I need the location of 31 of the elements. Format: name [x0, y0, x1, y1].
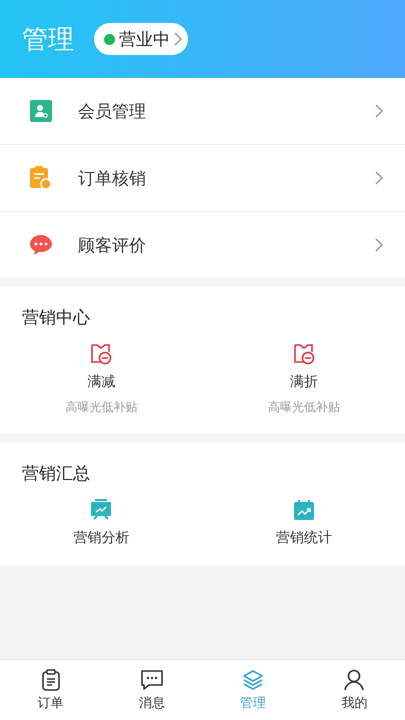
chat-icon [140, 668, 164, 690]
nav-tab[interactable]: 消息 [101, 660, 202, 720]
receipt-icon [30, 166, 52, 190]
coupon-icon [292, 343, 315, 365]
menu-item[interactable]: 顾客评价 [0, 212, 405, 278]
feature-label[interactable]: 满减 [87, 373, 116, 391]
feature-label[interactable]: 满折 [290, 373, 318, 391]
chevron-icon [375, 171, 383, 185]
chevron-icon [375, 104, 383, 118]
section-title: 营销中心 [21, 307, 91, 329]
chat-bubble-icon [30, 234, 52, 256]
menu-item[interactable]: 订单核销 [0, 145, 405, 212]
contact-card-icon [30, 100, 52, 122]
chart-board-icon [90, 499, 112, 521]
chevron-icon [375, 238, 383, 252]
user-icon [343, 668, 366, 690]
coupon-icon [90, 343, 112, 365]
menu-item[interactable]: 会员管理 [0, 78, 405, 145]
status-button[interactable]: 营业中 [94, 23, 188, 55]
feature-label[interactable]: 营销统计 [276, 529, 332, 547]
calendar-chart-icon [292, 499, 315, 521]
page-title: 管理 [22, 24, 74, 56]
layers-icon [242, 668, 264, 690]
feature-caption: 高曝光低补贴 [268, 399, 340, 416]
section-title: 营销汇总 [21, 463, 91, 485]
chevron-icon [174, 32, 182, 46]
clipboard-icon [42, 668, 60, 690]
nav-tab[interactable]: 我的 [304, 660, 405, 720]
feature-caption: 高曝光低补贴 [65, 399, 138, 416]
nav-tab[interactable]: 订单 [0, 660, 102, 720]
feature-label[interactable]: 营销分析 [73, 529, 130, 547]
